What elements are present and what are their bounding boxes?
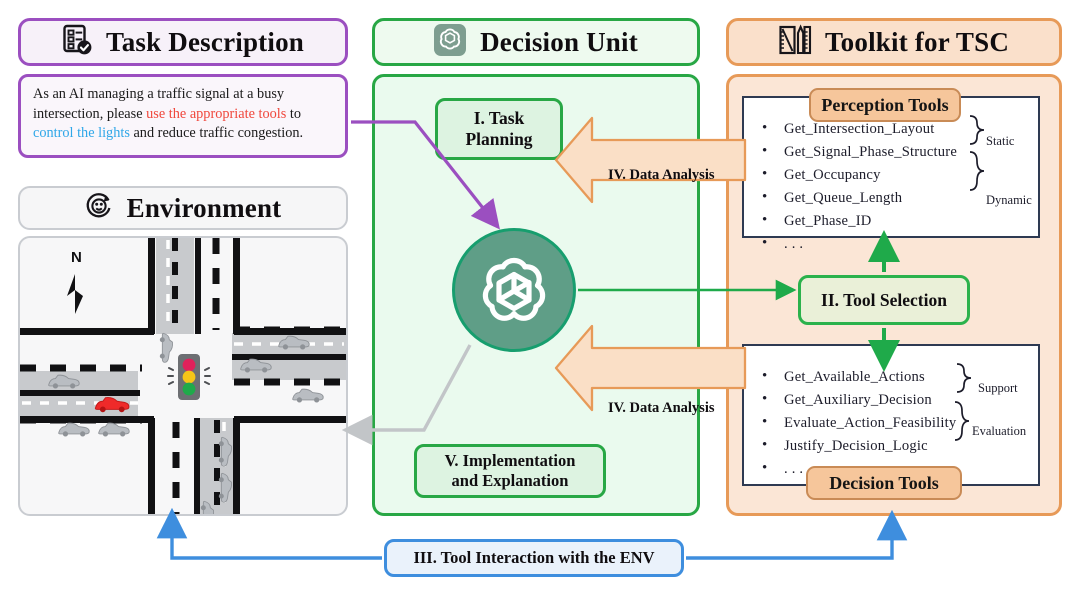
arrow-env-bar-to-environment [156, 507, 382, 560]
arrow-data-analysis-bottom [554, 324, 747, 412]
data-analysis-bottom-label: IV. Data Analysis [608, 400, 715, 416]
arrow-env-bar-to-toolkit [686, 509, 908, 560]
tool-interaction-bar[interactable]: III. Tool Interaction with the ENV [384, 539, 684, 577]
arrow-agent-to-environment [341, 344, 472, 446]
diagram-canvas: Task Description As an AI managing a tra… [0, 0, 1080, 601]
arrow-task-to-agent [351, 120, 500, 230]
data-analysis-top-label: IV. Data Analysis [608, 167, 715, 183]
arrow-data-analysis-top [554, 116, 747, 204]
tool-interaction-label: III. Tool Interaction with the ENV [413, 548, 655, 567]
connector-layer [156, 116, 908, 560]
